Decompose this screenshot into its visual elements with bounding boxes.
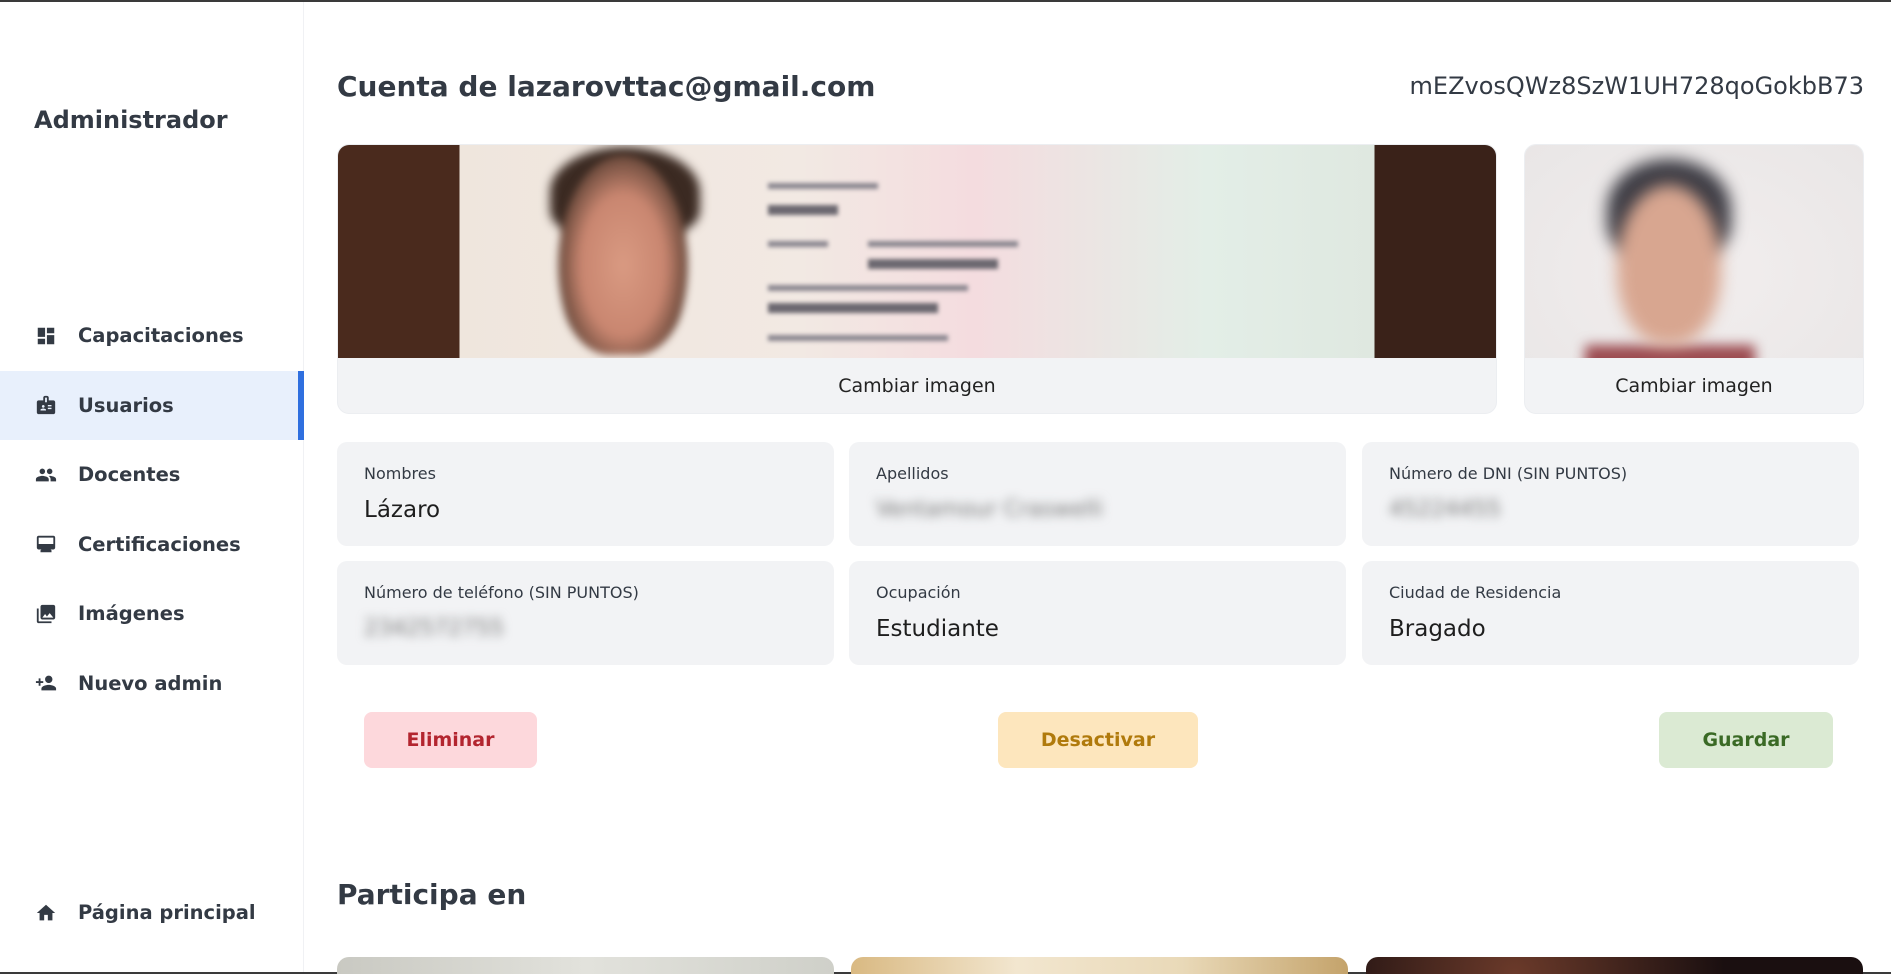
field-value: Bragado <box>1389 616 1486 642</box>
telefono-field[interactable]: Número de teléfono (SIN PUNTOS) 23425727… <box>337 561 834 665</box>
sidebar-item-label: Nuevo admin <box>78 671 223 695</box>
field-label: Ciudad de Residencia <box>1389 583 1562 602</box>
dni-image <box>338 145 1496 358</box>
sidebar-item-label: Certificaciones <box>78 532 241 556</box>
ocupacion-field[interactable]: Ocupación Estudiante <box>849 561 1346 665</box>
sidebar: Administrador Capacitaciones Usuarios Do… <box>0 2 304 972</box>
people-icon <box>34 463 58 487</box>
sidebar-bottom: Página principal <box>0 878 304 948</box>
course-card[interactable] <box>851 957 1348 974</box>
sidebar-item-imagenes[interactable]: Imágenes <box>0 579 304 649</box>
page-title: Cuenta de lazarovttac@gmail.com <box>337 70 876 103</box>
field-value: Ventamour Craswelli <box>876 497 1104 522</box>
ciudad-field[interactable]: Ciudad de Residencia Bragado <box>1362 561 1859 665</box>
sidebar-item-nuevo-admin[interactable]: Nuevo admin <box>0 649 304 719</box>
sidebar-item-capacitaciones[interactable]: Capacitaciones <box>0 301 304 371</box>
participa-title: Participa en <box>337 878 527 911</box>
badge-icon <box>34 393 58 417</box>
images-icon <box>34 602 58 626</box>
selfie-image <box>1525 145 1863 358</box>
nombres-field[interactable]: Nombres Lázaro <box>337 442 834 546</box>
dashboard-icon <box>34 324 58 348</box>
sidebar-item-pagina-principal[interactable]: Página principal <box>0 878 304 948</box>
course-card[interactable] <box>1366 957 1863 974</box>
sidebar-nav: Capacitaciones Usuarios Docentes Certifi… <box>0 301 304 718</box>
sidebar-item-label: Imágenes <box>78 602 185 626</box>
dni-image-card: Cambiar imagen <box>337 144 1497 414</box>
apellidos-field[interactable]: Apellidos Ventamour Craswelli <box>849 442 1346 546</box>
deactivate-button[interactable]: Desactivar <box>998 712 1198 768</box>
sidebar-item-certificaciones[interactable]: Certificaciones <box>0 510 304 580</box>
sidebar-item-docentes[interactable]: Docentes <box>0 440 304 510</box>
change-selfie-image-button[interactable]: Cambiar imagen <box>1525 358 1863 413</box>
person-add-icon <box>34 671 58 695</box>
field-label: Apellidos <box>876 464 949 483</box>
field-label: Número de teléfono (SIN PUNTOS) <box>364 583 639 602</box>
sidebar-item-label: Página principal <box>78 901 256 925</box>
field-value: Estudiante <box>876 616 999 642</box>
field-value: 45224455 <box>1389 497 1501 522</box>
sidebar-item-label: Usuarios <box>78 393 174 417</box>
dni-field[interactable]: Número de DNI (SIN PUNTOS) 45224455 <box>1362 442 1859 546</box>
field-value: Lázaro <box>364 497 441 523</box>
user-uid: mEZvosQWz8SzW1UH728qoGokbB73 <box>1409 72 1864 100</box>
selfie-image-card: Cambiar imagen <box>1524 144 1864 414</box>
sidebar-item-usuarios[interactable]: Usuarios <box>0 370 304 440</box>
field-value: 2342572755 <box>364 616 504 641</box>
monitor-icon <box>34 532 58 556</box>
course-card[interactable] <box>337 957 834 974</box>
delete-button[interactable]: Eliminar <box>364 712 537 768</box>
field-label: Ocupación <box>876 583 961 602</box>
field-label: Nombres <box>364 464 436 483</box>
field-label: Número de DNI (SIN PUNTOS) <box>1389 464 1628 483</box>
admin-title: Administrador <box>34 106 228 134</box>
save-button[interactable]: Guardar <box>1659 712 1833 768</box>
home-icon <box>34 901 58 925</box>
sidebar-item-label: Capacitaciones <box>78 324 244 348</box>
main-content: Cuenta de lazarovttac@gmail.com mEZvosQW… <box>304 2 1891 974</box>
sidebar-item-label: Docentes <box>78 463 181 487</box>
change-dni-image-button[interactable]: Cambiar imagen <box>338 358 1496 413</box>
